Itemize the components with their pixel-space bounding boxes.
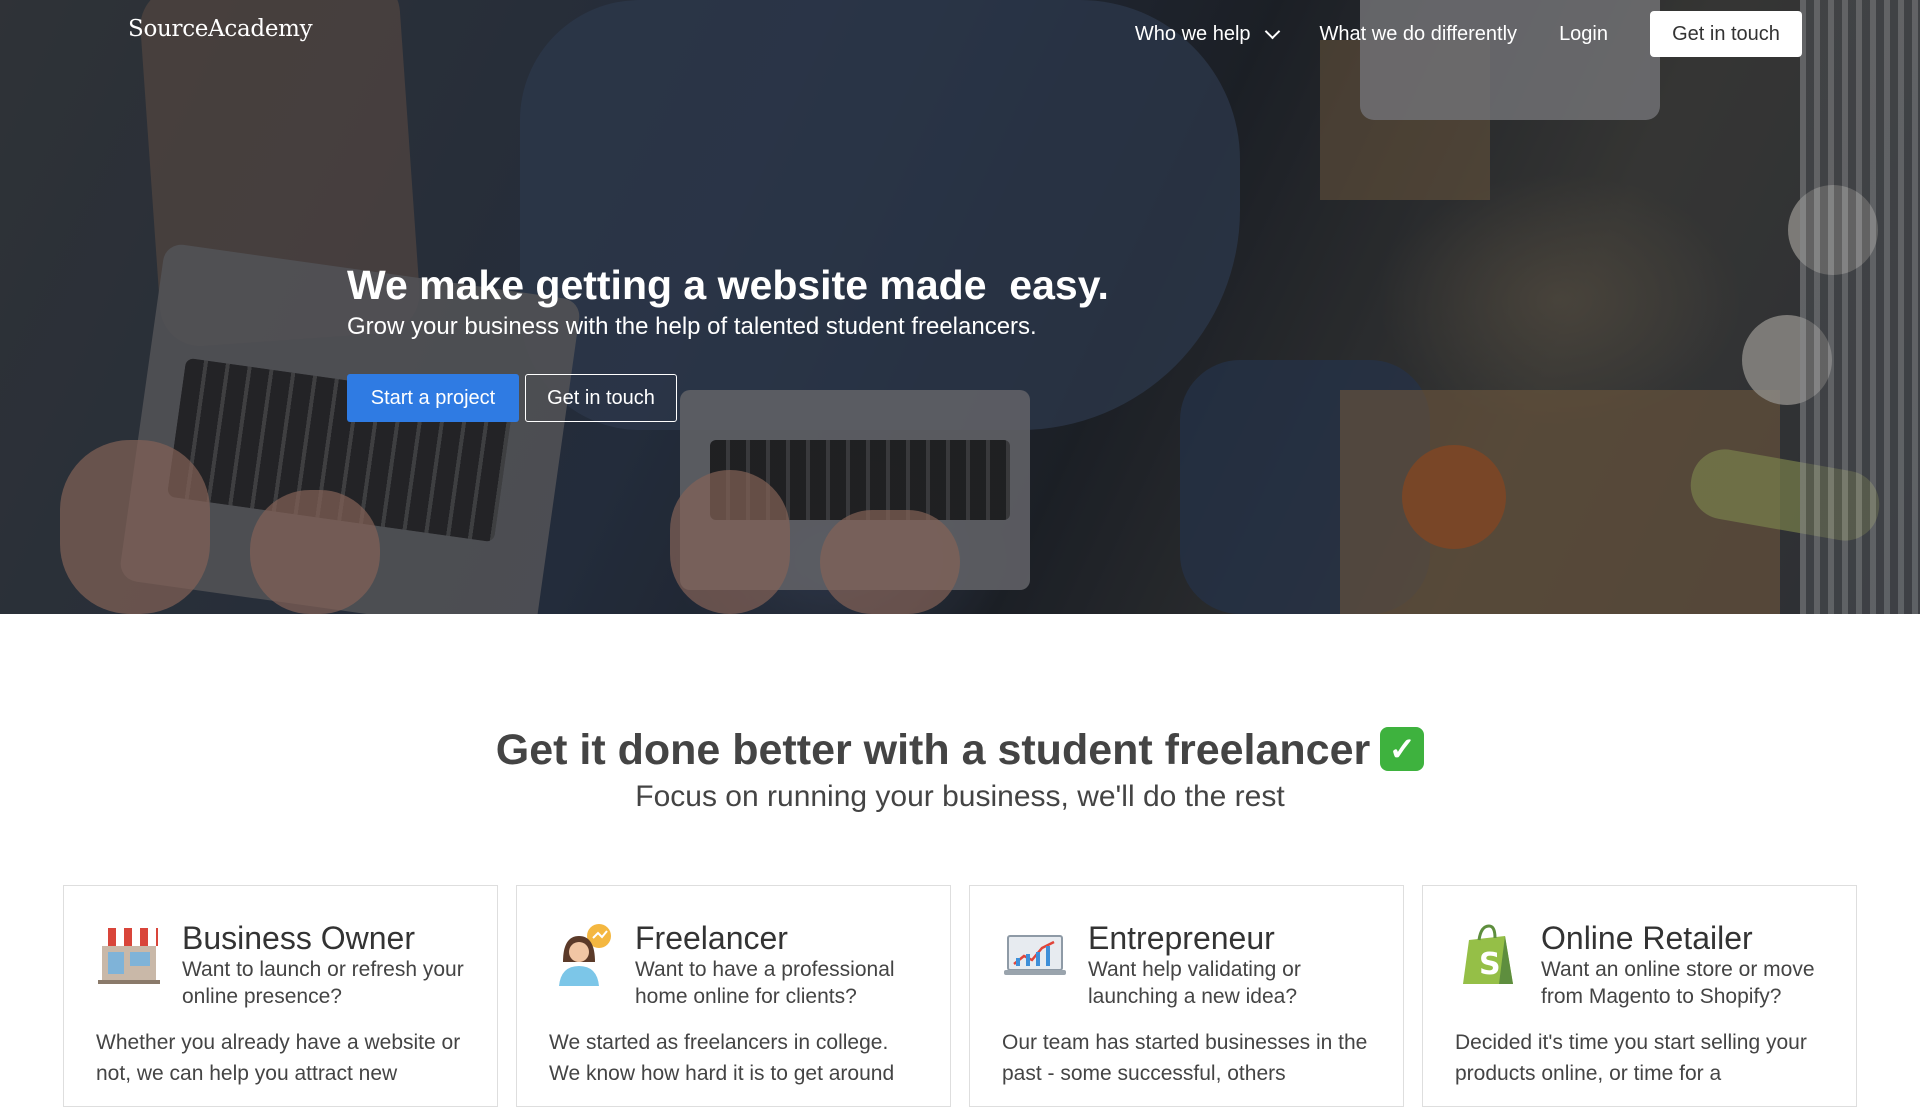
section-title: Get it done better with a student freela…: [0, 726, 1920, 775]
card-business-owner[interactable]: Business Owner Want to launch or refresh…: [63, 885, 498, 1107]
section-title-text: Get it done better with a student freela…: [495, 726, 1371, 774]
card-entrepreneur[interactable]: Entrepreneur Want help validating or lau…: [969, 885, 1404, 1107]
hero-section: SourceAcademy Who we help What we do dif…: [0, 0, 1920, 614]
hero-subtitle: Grow your business with the help of tale…: [347, 313, 1037, 340]
freelancer-woman-icon: [559, 924, 611, 986]
card-online-retailer[interactable]: S Online Retailer Want an online store o…: [1422, 885, 1857, 1107]
svg-text:S: S: [1479, 947, 1501, 982]
shopify-bag-icon: S: [1463, 924, 1513, 984]
top-nav: Who we help What we do differently Login…: [1093, 0, 1920, 68]
card-title: Business Owner: [182, 920, 415, 956]
chart-laptop-icon: [1004, 935, 1066, 975]
section-subtitle: Focus on running your business, we'll do…: [635, 780, 1285, 813]
card-title: Freelancer: [635, 920, 788, 956]
storefront-icon: [98, 928, 160, 984]
card-question: Want help validating or launching a new …: [1088, 958, 1301, 1008]
card-question: Want to have a professional home online …: [635, 958, 895, 1008]
hero-title: We make getting a website made easy.: [347, 262, 1109, 308]
start-project-button[interactable]: Start a project: [347, 374, 519, 422]
nav-who-we-help[interactable]: Who we help: [1134, 22, 1280, 46]
card-title: Entrepreneur: [1088, 920, 1275, 956]
nav-get-in-touch-button[interactable]: Get in touch: [1650, 11, 1802, 57]
chevron-down-icon: [1264, 23, 1280, 39]
check-mark-icon: ✓: [1380, 727, 1425, 771]
brand-logo[interactable]: SourceAcademy: [128, 16, 313, 42]
hero-get-in-touch-button[interactable]: Get in touch: [525, 374, 677, 422]
card-question: Want to launch or refresh your online pr…: [182, 958, 464, 1008]
card-question: Want an online store or move from Magent…: [1541, 958, 1815, 1008]
card-freelancer[interactable]: Freelancer Want to have a professional h…: [516, 885, 951, 1107]
nav-what-we-do-differently[interactable]: What we do differently: [1320, 23, 1518, 46]
card-title: Online Retailer: [1541, 920, 1753, 956]
nav-who-we-help-label: Who we help: [1134, 22, 1251, 45]
nav-login[interactable]: Login: [1559, 23, 1608, 46]
